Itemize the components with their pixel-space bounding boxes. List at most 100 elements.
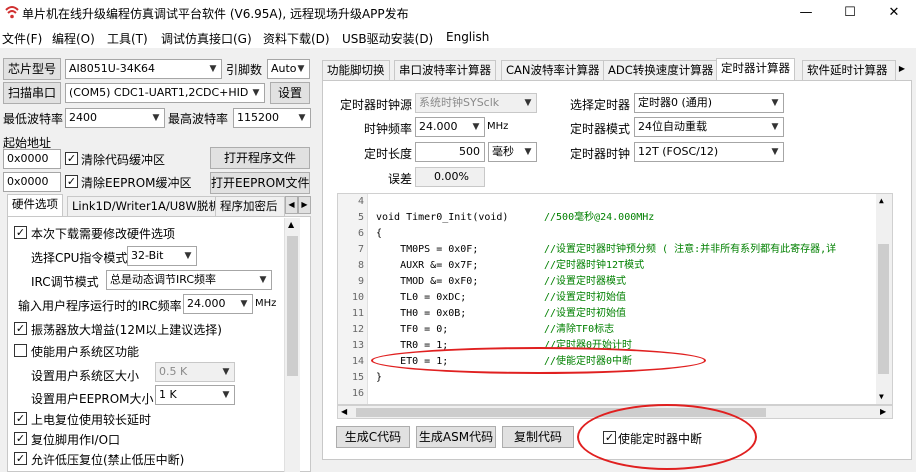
lvd-reset-checkbox[interactable]: ✓ [14, 452, 27, 465]
minimize-button[interactable]: — [784, 0, 828, 26]
clock-source-label: 定时器时钟源 [340, 98, 413, 112]
code-vertical-scrollbar[interactable]: ▲ ▼ [876, 194, 892, 404]
pin-count-select[interactable]: Auto ▼ [267, 59, 310, 79]
irc-mode-label: IRC调节模式 [31, 275, 99, 289]
clear-code-checkbox[interactable]: ✓ [65, 152, 78, 165]
code-text: AUXR &= 0x7F; [376, 260, 479, 271]
scroll-up-icon[interactable]: ▲ [879, 196, 884, 205]
menu-tools[interactable]: 工具(T) [107, 30, 148, 47]
osc-gain-checkbox[interactable]: ✓ [14, 322, 27, 335]
port-select[interactable]: (COM5) CDC1-UART1,2CDC+HID ▼ [65, 83, 265, 103]
timer-mode-select[interactable]: 24位自动重载 ▼ [634, 117, 784, 137]
scroll-down-icon[interactable]: ▼ [879, 392, 884, 401]
menu-english[interactable]: English [446, 30, 489, 44]
timer-length-input[interactable]: 500 [415, 142, 485, 162]
timer-select-value: 定时器0 (通用) [638, 96, 713, 109]
clock-freq-select[interactable]: 24.000 ▼ [415, 117, 485, 137]
tab-adc-speed[interactable]: ADC转换速度计算器 [603, 60, 719, 80]
irc-freq-select[interactable]: 24.000 ▼ [183, 294, 253, 314]
scroll-left-icon[interactable]: ◀ [341, 407, 347, 416]
scroll-up-icon[interactable]: ▲ [288, 220, 294, 229]
cpu-mode-select[interactable]: 32-Bit ▼ [127, 246, 197, 266]
line-number: 16 [351, 388, 364, 399]
tab-offline-writer[interactable]: Link1D/Writer1A/U8W脱机 [67, 196, 225, 216]
code-editor[interactable]: 4 5 void Timer0_Init(void) //500毫秒@24.000MH… [337, 193, 893, 405]
osc-gain-label: 振荡器放大增益(12M以上建议选择) [31, 323, 222, 337]
tab-timer-calc[interactable]: 定时器计算器 [716, 58, 795, 80]
modify-options-label: 本次下载需要修改硬件选项 [31, 227, 176, 241]
user-sys-area-checkbox[interactable] [14, 344, 27, 357]
clock-source-value: 系统时钟SYSclk [419, 96, 500, 109]
irc-mode-value: 总是动态调节IRC频率 [110, 273, 217, 286]
chevron-down-icon: ▼ [252, 88, 260, 98]
irc-mode-select[interactable]: 总是动态调节IRC频率 ▼ [106, 270, 272, 290]
por-delay-checkbox[interactable]: ✓ [14, 412, 27, 425]
chevron-down-icon: ▼ [771, 122, 779, 132]
chevron-down-icon: ▼ [240, 299, 248, 309]
tab-scroll-icon[interactable]: ▶ [896, 60, 908, 78]
min-baud-label: 最低波特率 [3, 112, 64, 126]
scroll-right-icon[interactable]: ▶ [880, 407, 886, 416]
chevron-down-icon: ▼ [259, 275, 267, 285]
tab-delay-calc[interactable]: 软件延时计算器 [802, 60, 896, 80]
chevron-down-icon: ▼ [209, 64, 217, 74]
chevron-down-icon: ▼ [771, 147, 779, 157]
clear-eeprom-checkbox[interactable]: ✓ [65, 175, 78, 188]
clock-freq-unit: MHz [487, 121, 509, 132]
chevron-down-icon: ▼ [298, 113, 306, 123]
generate-c-button[interactable]: 生成C代码 [336, 426, 410, 448]
min-baud-select[interactable]: 2400 ▼ [65, 108, 165, 128]
chevron-down-icon: ▼ [297, 64, 305, 74]
chip-model-select[interactable]: AI8051U-34K64 ▼ [65, 59, 222, 79]
timer-select-label: 选择定时器 [570, 98, 631, 112]
eeprom-size-select[interactable]: 1 K ▼ [155, 385, 235, 405]
cpu-mode-value: 32-Bit [131, 249, 164, 262]
close-button[interactable]: ✕ [872, 0, 916, 26]
timer-select[interactable]: 定时器0 (通用) ▼ [634, 93, 784, 113]
tab-scroll-left-icon[interactable]: ◀ [285, 196, 298, 214]
annotation-oval-interrupt [577, 404, 757, 470]
scroll-thumb[interactable] [287, 236, 298, 376]
settings-button[interactable]: 设置 [270, 82, 310, 104]
right-tab-strip: 功能脚切换 串口波特率计算器 CAN波特率计算器 ADC转换速度计算器 定时器计… [318, 58, 916, 80]
reset-pin-io-checkbox[interactable]: ✓ [14, 432, 27, 445]
chevron-down-icon: ▼ [771, 98, 779, 108]
max-baud-value: 115200 [237, 111, 279, 124]
tab-can-baud[interactable]: CAN波特率计算器 [501, 60, 605, 80]
menu-program[interactable]: 编程(O) [52, 30, 95, 47]
code-comment: //设置定时器时钟预分频 ( 注意:并非所有系列都有此寄存器,详 [544, 244, 837, 255]
code-line: 11 TH0 = 0x0B; //设置定时初始值 [338, 306, 892, 322]
menu-download[interactable]: 资料下载(D) [263, 30, 330, 47]
clock-source-select[interactable]: 系统时钟SYSclk ▼ [415, 93, 537, 113]
eeprom-size-value: 1 K [159, 388, 177, 401]
eeprom-address-input[interactable]: 0x0000 [3, 172, 61, 192]
open-program-file-button[interactable]: 打开程序文件 [210, 147, 310, 169]
clock-freq-label: 时钟频率 [364, 122, 413, 136]
tab-encryption[interactable]: 程序加密后 [215, 196, 285, 216]
code-comment: //设置定时初始值 [544, 292, 627, 303]
chevron-down-icon: ▼ [524, 147, 532, 157]
generate-asm-button[interactable]: 生成ASM代码 [416, 426, 496, 448]
open-eeprom-file-button[interactable]: 打开EEPROM文件 [210, 172, 310, 194]
timer-unit-select[interactable]: 毫秒 ▼ [488, 142, 537, 162]
chip-model-button[interactable]: 芯片型号 [3, 58, 61, 80]
timer-clock-select[interactable]: 12T (FOSC/12) ▼ [634, 142, 784, 162]
tab-scroll-right-icon[interactable]: ▶ [298, 196, 311, 214]
tab-uart-baud[interactable]: 串口波特率计算器 [394, 60, 496, 80]
tab-hardware-options[interactable]: 硬件选项 [7, 194, 63, 216]
chevron-down-icon: ▼ [184, 251, 192, 261]
max-baud-select[interactable]: 115200 ▼ [233, 108, 311, 128]
maximize-button[interactable]: ☐ [828, 0, 872, 26]
modify-options-checkbox[interactable]: ✓ [14, 226, 27, 239]
tab-pin-switch[interactable]: 功能脚切换 [322, 60, 390, 80]
timer-mode-label: 定时器模式 [570, 122, 631, 136]
menu-file[interactable]: 文件(F) [2, 30, 42, 47]
menu-debug[interactable]: 调试仿真接口(G) [161, 30, 252, 47]
menu-usb-driver[interactable]: USB驱动安装(D) [342, 30, 433, 47]
sys-size-select[interactable]: 0.5 K ▼ [155, 362, 235, 382]
code-scroll-thumb[interactable] [878, 244, 889, 374]
scan-port-button[interactable]: 扫描串口 [3, 82, 61, 104]
code-address-input[interactable]: 0x0000 [3, 149, 61, 169]
copy-code-button[interactable]: 复制代码 [502, 426, 574, 448]
options-scrollbar[interactable]: ▲ [284, 218, 300, 472]
